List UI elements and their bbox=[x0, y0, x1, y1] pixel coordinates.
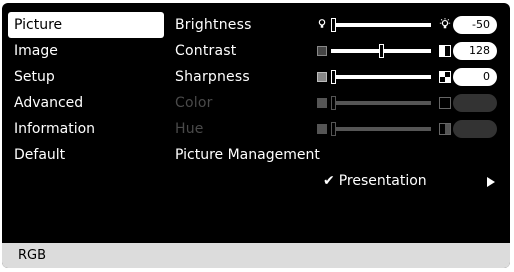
square-high-contrast-icon bbox=[439, 45, 451, 57]
sharpness-row[interactable]: Sharpness 0 bbox=[167, 64, 506, 90]
status-bar: RGB bbox=[2, 243, 510, 268]
contrast-value: 128 bbox=[453, 42, 497, 60]
osd-menu-window: Picture Image Setup Advanced Information… bbox=[2, 3, 510, 268]
square-light-icon bbox=[439, 97, 451, 109]
hue-thumb bbox=[331, 122, 336, 136]
picture-management-row[interactable]: Picture Management bbox=[167, 142, 506, 168]
hue-slider bbox=[317, 122, 453, 136]
sharpness-label: Sharpness bbox=[175, 69, 250, 85]
presentation-label: Presentation bbox=[338, 173, 427, 189]
contrast-row[interactable]: Contrast 128 bbox=[167, 38, 506, 64]
color-row: Color bbox=[167, 90, 506, 116]
bulb-dim-icon bbox=[318, 19, 326, 28]
contrast-slider[interactable] bbox=[317, 44, 453, 58]
sharpness-value: 0 bbox=[453, 68, 497, 86]
hue-track bbox=[331, 127, 431, 131]
contrast-thumb[interactable] bbox=[378, 44, 384, 58]
presentation-option[interactable]: ✔ Presentation bbox=[323, 168, 427, 194]
bulb-bright-icon bbox=[439, 18, 451, 29]
hue-row: Hue bbox=[167, 116, 506, 142]
square-low-contrast-icon bbox=[317, 46, 327, 56]
menu-item-image[interactable]: Image bbox=[8, 38, 164, 64]
color-slider bbox=[317, 96, 453, 110]
input-source-label: RGB bbox=[18, 248, 47, 263]
hue-label: Hue bbox=[175, 121, 204, 137]
menu-item-picture[interactable]: Picture bbox=[8, 12, 164, 38]
presentation-row[interactable]: ✔ Presentation bbox=[167, 168, 506, 194]
sharpness-track bbox=[331, 75, 431, 79]
checker-sharp-icon bbox=[439, 71, 451, 83]
main-menu: Picture Image Setup Advanced Information… bbox=[8, 12, 166, 242]
color-value bbox=[453, 94, 497, 112]
menu-item-information[interactable]: Information bbox=[8, 116, 164, 142]
square-half-icon bbox=[439, 123, 451, 135]
checkmark-icon: ✔ bbox=[323, 173, 335, 189]
color-thumb bbox=[331, 96, 336, 110]
square-dark-icon bbox=[317, 124, 327, 134]
arrow-right-icon[interactable] bbox=[487, 177, 495, 187]
color-label: Color bbox=[175, 95, 213, 111]
brightness-slider[interactable] bbox=[317, 18, 453, 32]
contrast-label: Contrast bbox=[175, 43, 237, 59]
sharpness-thumb[interactable] bbox=[331, 70, 336, 84]
picture-management-label: Picture Management bbox=[175, 147, 320, 163]
square-soft-icon bbox=[317, 72, 327, 82]
hue-value bbox=[453, 120, 497, 138]
brightness-label: Brightness bbox=[175, 17, 252, 33]
menu-item-advanced[interactable]: Advanced bbox=[8, 90, 164, 116]
picture-settings-panel: Brightness -50 Contrast 128 Sharpness 0 … bbox=[167, 10, 506, 242]
brightness-track bbox=[331, 23, 431, 27]
menu-item-setup[interactable]: Setup bbox=[8, 64, 164, 90]
brightness-row[interactable]: Brightness -50 bbox=[167, 12, 506, 38]
color-track bbox=[331, 101, 431, 105]
brightness-thumb[interactable] bbox=[331, 18, 336, 32]
menu-item-default[interactable]: Default bbox=[8, 142, 164, 168]
brightness-value: -50 bbox=[453, 16, 497, 34]
square-dark-icon bbox=[317, 98, 327, 108]
sharpness-slider[interactable] bbox=[317, 70, 453, 84]
